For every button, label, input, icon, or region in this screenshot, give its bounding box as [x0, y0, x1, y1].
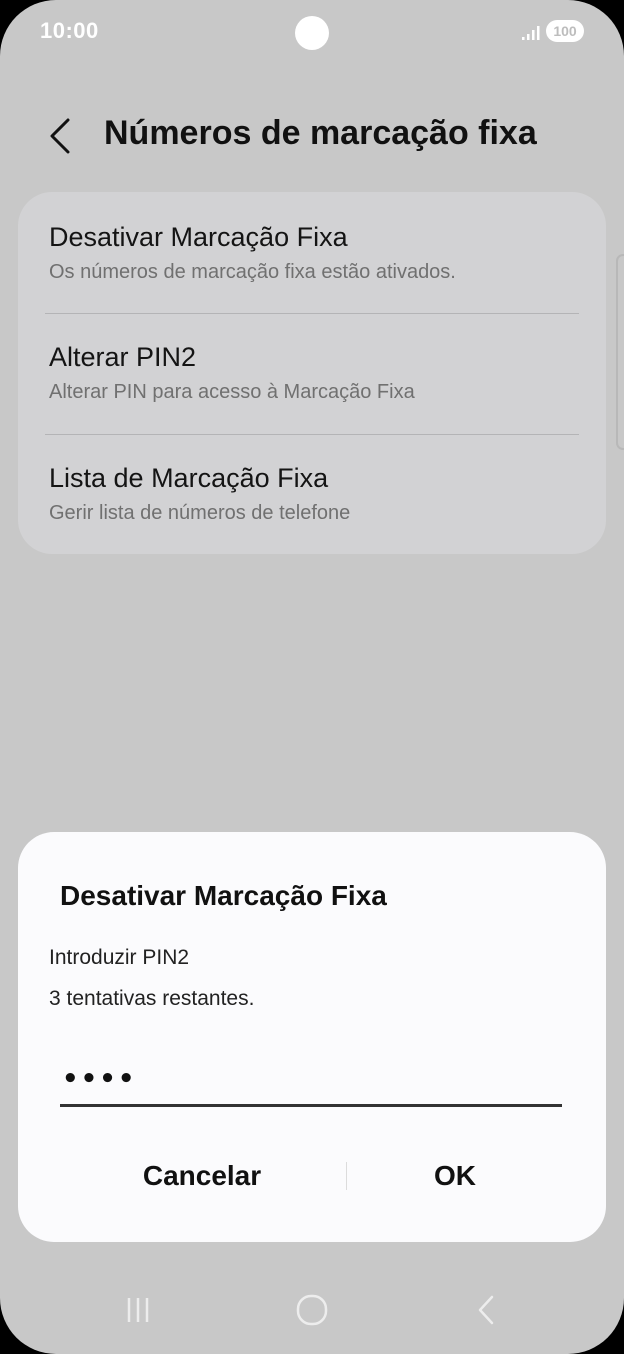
battery-icon: 100 — [546, 20, 584, 42]
setting-subtitle: Gerir lista de números de telefone — [49, 502, 351, 524]
status-time: 10:00 — [40, 18, 99, 43]
recent-apps-icon — [127, 1298, 149, 1322]
signal-icon — [522, 26, 540, 40]
dialog-prompt: Introduzir PIN2 — [49, 946, 190, 969]
navigation-bar — [0, 1280, 624, 1340]
setting-title: Lista de Marcação Fixa — [49, 463, 329, 493]
disable-fdn-dialog: Desativar Marcação Fixa Introduzir PIN2 … — [18, 832, 606, 1242]
ok-button[interactable]: OK — [346, 1146, 564, 1206]
divider — [45, 434, 579, 435]
back-icon — [478, 1295, 494, 1325]
setting-subtitle: Os números de marcação fixa estão ativad… — [49, 261, 456, 283]
scrollbar[interactable] — [616, 254, 624, 450]
setting-title: Desativar Marcação Fixa — [49, 222, 348, 252]
back-button[interactable] — [40, 112, 84, 160]
setting-fdn-list[interactable]: Lista de Marcação Fixa Gerir lista de nú… — [49, 463, 579, 525]
phone-screen: 10:00 100 Números de marcação fixa Desat… — [0, 0, 624, 1354]
setting-subtitle: Alterar PIN para acesso à Marcação Fixa — [49, 381, 415, 403]
battery-level: 100 — [553, 23, 577, 39]
home-button[interactable] — [282, 1280, 342, 1340]
dialog-title: Desativar Marcação Fixa — [60, 880, 387, 911]
home-icon — [296, 1294, 328, 1326]
pin2-input[interactable] — [60, 1054, 562, 1107]
setting-change-pin2[interactable]: Alterar PIN2 Alterar PIN para acesso à M… — [49, 342, 579, 404]
divider — [45, 313, 579, 314]
cancel-button[interactable]: Cancelar — [88, 1146, 316, 1206]
recent-apps-button[interactable] — [108, 1280, 168, 1340]
chevron-left-icon — [50, 118, 70, 154]
setting-disable-fdn[interactable]: Desativar Marcação Fixa Os números de ma… — [49, 222, 579, 284]
front-camera — [295, 16, 329, 50]
nav-back-button[interactable] — [457, 1280, 517, 1340]
page-title: Números de marcação fixa — [104, 114, 537, 152]
status-bar: 10:00 100 — [0, 0, 624, 64]
settings-card: Desativar Marcação Fixa Os números de ma… — [18, 192, 606, 554]
dialog-attempts-remaining: 3 tentativas restantes. — [49, 987, 255, 1010]
setting-title: Alterar PIN2 — [49, 342, 197, 372]
